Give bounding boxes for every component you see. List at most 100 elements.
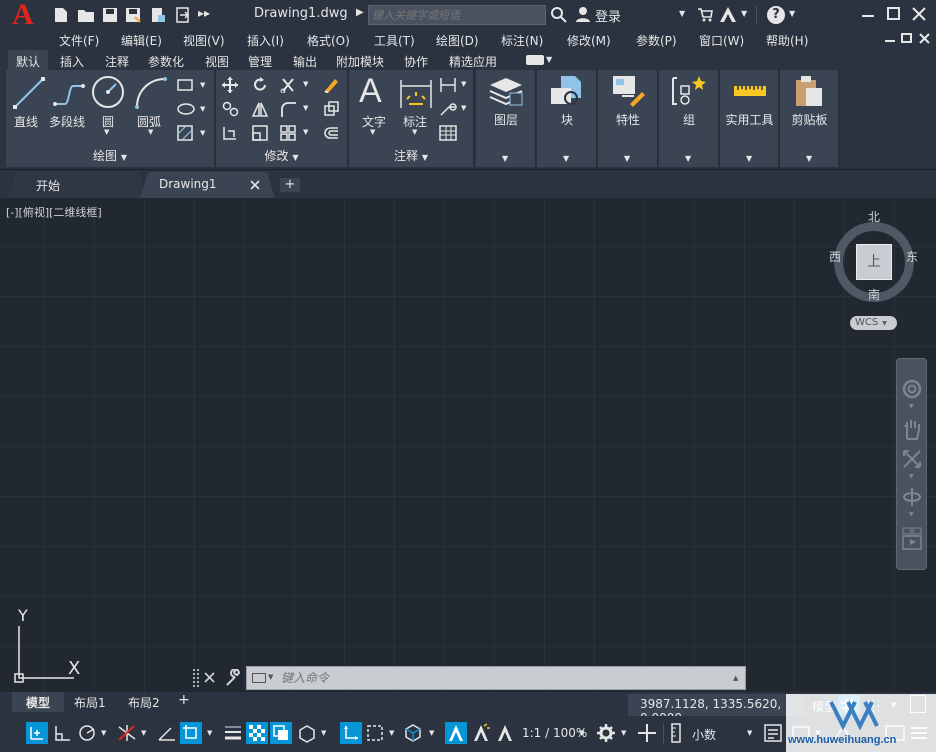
polyline-tool-label[interactable]: 多段线 bbox=[49, 113, 85, 130]
dimension-dropdown-icon[interactable]: ▼ bbox=[412, 128, 417, 136]
command-line-grip-icon[interactable] bbox=[193, 669, 199, 687]
viewcube-north[interactable]: 北 bbox=[868, 208, 880, 225]
autocad-logo[interactable]: A bbox=[12, 0, 34, 32]
user-icon[interactable] bbox=[575, 6, 591, 22]
doc-close-icon[interactable] bbox=[919, 33, 930, 44]
tab-addins[interactable]: 附加模块 bbox=[336, 53, 384, 70]
tab-output[interactable]: 输出 bbox=[293, 53, 317, 70]
ellipse-tool-icon[interactable] bbox=[177, 102, 195, 116]
command-prompt-icon[interactable] bbox=[252, 673, 266, 683]
annotation-panel-title[interactable]: 注释 ▼ bbox=[349, 147, 473, 164]
line-tool-label[interactable]: 直线 bbox=[14, 113, 38, 130]
3d-object-snap-icon[interactable] bbox=[296, 722, 318, 744]
copy-tool-icon[interactable] bbox=[222, 101, 240, 117]
minimize-icon[interactable] bbox=[862, 15, 874, 17]
command-history-icon[interactable]: ▲ bbox=[733, 674, 738, 682]
workspace-dropdown-icon[interactable]: ▼ bbox=[621, 729, 626, 737]
cart-icon[interactable] bbox=[697, 7, 713, 23]
units-value[interactable]: 小数 bbox=[692, 726, 716, 743]
polyline-tool-icon[interactable] bbox=[52, 78, 86, 108]
tab-collaborate[interactable]: 协作 bbox=[404, 53, 428, 70]
wcs-dropdown-icon[interactable]: ▼ bbox=[882, 320, 887, 327]
ortho-icon[interactable] bbox=[52, 722, 74, 744]
ellipse-dropdown-icon[interactable]: ▼ bbox=[200, 105, 205, 113]
command-input[interactable] bbox=[281, 669, 721, 687]
zoom-extents-icon[interactable] bbox=[902, 449, 922, 469]
array-tool-icon[interactable] bbox=[280, 125, 296, 141]
layout-tab-model[interactable]: 模型 bbox=[12, 692, 64, 712]
gizmo-dropdown-icon[interactable]: ▼ bbox=[429, 729, 434, 737]
modify-panel-expand-icon[interactable]: ▼ bbox=[292, 153, 298, 162]
tab-annotate[interactable]: 注释 bbox=[105, 53, 129, 70]
scale-dropdown-icon[interactable]: ▼ bbox=[579, 729, 584, 737]
doc-tab-close-icon[interactable] bbox=[250, 180, 260, 190]
showmotion-icon[interactable] bbox=[902, 527, 922, 551]
utilities-expand-icon[interactable]: ▼ bbox=[746, 154, 752, 163]
isodraft-dropdown-icon[interactable]: ▼ bbox=[141, 729, 146, 737]
utilities-panel[interactable]: 实用工具 ▼ bbox=[720, 70, 779, 167]
draw-panel-title[interactable]: 绘图 ▼ bbox=[6, 147, 214, 164]
steering-wheel-icon[interactable] bbox=[902, 379, 922, 399]
group-expand-icon[interactable]: ▼ bbox=[685, 154, 691, 163]
menu-tools[interactable]: 工具(T) bbox=[374, 32, 415, 49]
layers-expand-icon[interactable]: ▼ bbox=[502, 154, 508, 163]
command-prompt-dropdown-icon[interactable]: ▼ bbox=[268, 673, 273, 681]
menu-file[interactable]: 文件(F) bbox=[59, 32, 99, 49]
viewcube-south[interactable]: 南 bbox=[868, 286, 880, 303]
tab-default[interactable]: 默认 bbox=[16, 53, 40, 70]
array-dropdown-icon[interactable]: ▼ bbox=[303, 128, 308, 136]
leader-dropdown-icon[interactable]: ▼ bbox=[461, 104, 466, 112]
command-close-icon[interactable] bbox=[204, 672, 215, 683]
command-input-box[interactable]: ▼ ▲ bbox=[246, 666, 746, 690]
search-input[interactable] bbox=[368, 5, 546, 25]
polar-dropdown-icon[interactable]: ▼ bbox=[101, 729, 106, 737]
command-customize-icon[interactable] bbox=[224, 669, 242, 687]
menu-window[interactable]: 窗口(W) bbox=[699, 32, 744, 49]
transparency-toggle[interactable] bbox=[246, 722, 268, 744]
mirror-tool-icon[interactable] bbox=[252, 101, 268, 117]
units-icon[interactable] bbox=[666, 722, 688, 744]
menu-insert[interactable]: 插入(I) bbox=[247, 32, 284, 49]
viewcube[interactable]: 北 南 西 东 上 WCS ▼ bbox=[826, 206, 922, 336]
ribbon-minimize-button[interactable] bbox=[526, 55, 544, 65]
annotation-visibility-toggle[interactable] bbox=[445, 722, 467, 744]
layout-tab-layout2[interactable]: 布局2 bbox=[128, 694, 160, 711]
more-tools-icon[interactable]: ▸▸ bbox=[198, 6, 210, 20]
viewport-label[interactable]: [-][俯视][二维线框] bbox=[6, 204, 102, 220]
offset-tool-icon[interactable] bbox=[323, 125, 339, 141]
properties-expand-icon[interactable]: ▼ bbox=[624, 154, 630, 163]
linear-dimension-dropdown-icon[interactable]: ▼ bbox=[461, 80, 466, 88]
quick-properties-icon[interactable] bbox=[762, 722, 784, 744]
menu-format[interactable]: 格式(O) bbox=[307, 32, 350, 49]
save-as-icon[interactable] bbox=[125, 7, 141, 23]
3d-osnap-dropdown-icon[interactable]: ▼ bbox=[321, 729, 326, 737]
layout-tab-layout1[interactable]: 布局1 bbox=[74, 694, 106, 711]
units-dropdown-icon[interactable]: ▼ bbox=[747, 729, 752, 737]
coordinates-display[interactable]: 3987.1128, 1335.5620, 0.0000 bbox=[628, 694, 806, 725]
selection-filter-icon[interactable] bbox=[364, 722, 386, 744]
hatch-tool-icon[interactable] bbox=[177, 125, 193, 141]
help-dropdown-icon[interactable]: ▼ bbox=[789, 9, 795, 18]
isodraft-icon[interactable] bbox=[116, 722, 138, 744]
explode-tool-icon[interactable] bbox=[323, 101, 339, 117]
drawing-canvas[interactable]: [-][俯视][二维线框] 北 南 西 东 上 WCS ▼ ▼ ▼ ▼ Y X bbox=[0, 198, 936, 692]
login-label[interactable]: 登录 bbox=[595, 6, 621, 25]
share-icon[interactable] bbox=[175, 7, 191, 23]
object-snap-tracking-icon[interactable] bbox=[156, 722, 178, 744]
move-tool-icon[interactable] bbox=[222, 77, 238, 93]
linear-dimension-icon[interactable] bbox=[439, 77, 457, 93]
workspace-gear-icon[interactable] bbox=[595, 722, 617, 744]
menu-parametric[interactable]: 参数(P) bbox=[636, 32, 677, 49]
table-tool-icon[interactable] bbox=[439, 125, 457, 141]
help-icon[interactable]: ? bbox=[767, 6, 785, 24]
viewcube-top-face[interactable]: 上 bbox=[856, 244, 892, 280]
scale-tool-icon[interactable] bbox=[252, 125, 268, 141]
hatch-dropdown-icon[interactable]: ▼ bbox=[200, 129, 205, 137]
annotation-scale-icon[interactable] bbox=[494, 722, 516, 744]
menu-modify[interactable]: 修改(M) bbox=[567, 32, 611, 49]
orbit-icon[interactable] bbox=[902, 487, 922, 507]
rectangle-dropdown-icon[interactable]: ▼ bbox=[200, 81, 205, 89]
group-panel[interactable]: 组 ▼ bbox=[659, 70, 719, 167]
menu-draw[interactable]: 绘图(D) bbox=[436, 32, 479, 49]
fillet-tool-icon[interactable] bbox=[280, 101, 296, 117]
